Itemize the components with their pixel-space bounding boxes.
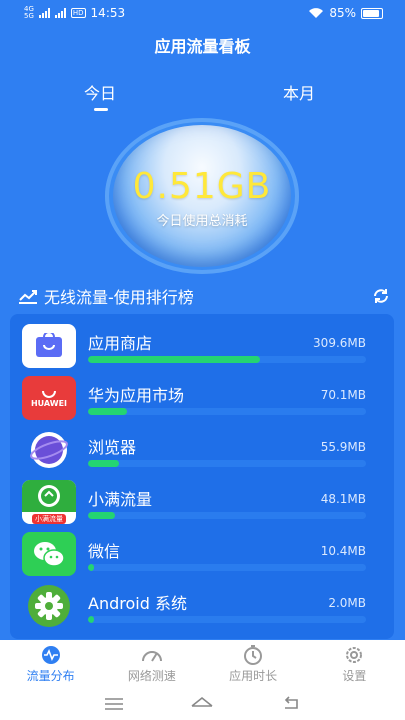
nav-speed-test[interactable]: 网络测速	[101, 640, 202, 688]
app-usage: 10.4MB	[320, 544, 366, 558]
usage-bar	[88, 408, 366, 415]
app-name: 小满流量	[88, 490, 153, 509]
usage-bar-fill	[88, 356, 261, 363]
app-name: Android 系统	[88, 594, 187, 613]
signal-bars-icon	[38, 8, 50, 18]
usage-bar-fill	[88, 460, 120, 467]
ranking-header: 无线流量-使用排行榜	[18, 284, 390, 308]
app-name: 微信	[88, 542, 121, 561]
tab-today[interactable]: 今日	[80, 80, 120, 104]
nav-traffic-distribution[interactable]: 流量分布	[0, 640, 101, 688]
list-item[interactable]: 小满流量 小满流量 48.1MB	[10, 476, 394, 528]
usage-bar-fill	[88, 616, 94, 623]
list-item[interactable]: HUAWEI 华为应用市场 70.1MB	[10, 372, 394, 424]
usage-bar	[88, 356, 366, 363]
app-name: 浏览器	[88, 438, 137, 457]
speed-test-icon	[141, 650, 162, 662]
app-usage: 48.1MB	[320, 492, 366, 506]
refresh-icon[interactable]	[372, 287, 390, 305]
bottom-nav: 流量分布 网络测速 应用时长 设置	[0, 640, 405, 688]
signal-bars-2-icon	[54, 8, 66, 18]
battery-icon	[361, 7, 383, 19]
total-usage-value: 0.51GB	[132, 166, 272, 207]
ranking-title: 无线流量-使用排行榜	[44, 288, 194, 307]
settings-icon	[346, 646, 363, 663]
list-item[interactable]: 微信 10.4MB	[10, 528, 394, 580]
xiaoman-icon: 小满流量	[22, 480, 76, 524]
usage-bar	[88, 460, 366, 467]
total-usage-label: 今日使用总消耗	[156, 214, 248, 229]
list-item[interactable]: 浏览器 55.9MB	[10, 424, 394, 476]
tab-month[interactable]: 本月	[283, 80, 315, 104]
nav-app-time[interactable]: 应用时长	[203, 640, 304, 688]
status-bar: 4G 5G HD 14:53 85%	[0, 0, 405, 26]
back-icon[interactable]	[279, 694, 303, 714]
usage-bar	[88, 512, 366, 519]
usage-bar-fill	[88, 564, 94, 571]
nav-label: 设置	[342, 668, 367, 683]
traffic-distribution-icon	[41, 645, 60, 664]
tab-indicator	[94, 108, 108, 111]
browser-icon	[22, 428, 76, 472]
battery-percent: 85%	[329, 6, 356, 20]
app-usage: 70.1MB	[320, 388, 366, 402]
app-usage: 2.0MB	[328, 596, 366, 610]
nav-label: 网络测速	[127, 668, 176, 683]
cellular-signal: 4G 5G	[24, 6, 34, 20]
home-icon[interactable]	[190, 694, 214, 714]
android-system-icon	[22, 584, 76, 628]
page-title: 应用流量看板	[154, 37, 251, 56]
nav-label: 流量分布	[26, 668, 75, 683]
app-name: 华为应用市场	[88, 386, 185, 405]
list-item[interactable]: Android 系统 2.0MB	[10, 580, 394, 632]
status-time: 14:53	[90, 6, 126, 20]
menu-icon[interactable]	[102, 694, 126, 714]
ranking-list: 应用商店 309.6MB HUAWEI 华为应用市场 70.1MB 浏览器 55…	[10, 314, 394, 639]
app-time-icon	[244, 644, 263, 665]
wechat-icon	[22, 532, 76, 576]
app-name: 应用商店	[88, 334, 153, 353]
usage-bar-fill	[88, 408, 127, 415]
app-usage: 309.6MB	[313, 336, 366, 350]
wifi-icon	[309, 8, 324, 18]
app-usage: 55.9MB	[320, 440, 366, 454]
trend-chart-icon	[19, 290, 37, 304]
xiaoman-logo-text: 小满流量	[32, 514, 66, 524]
usage-bar	[88, 616, 366, 623]
system-nav-bar	[0, 688, 405, 720]
huawei-logo-text: HUAWEI	[30, 398, 68, 408]
nav-label: 应用时长	[229, 668, 278, 683]
network-type-5g: 5G	[24, 12, 34, 20]
nav-settings[interactable]: 设置	[304, 640, 405, 688]
usage-bar-fill	[88, 512, 115, 519]
huawei-appgallery-icon: HUAWEI	[22, 376, 76, 420]
app-store-icon	[22, 324, 76, 368]
usage-bar	[88, 564, 366, 571]
hd-badge: HD	[70, 8, 86, 18]
list-item[interactable]: 应用商店 309.6MB	[10, 320, 394, 372]
